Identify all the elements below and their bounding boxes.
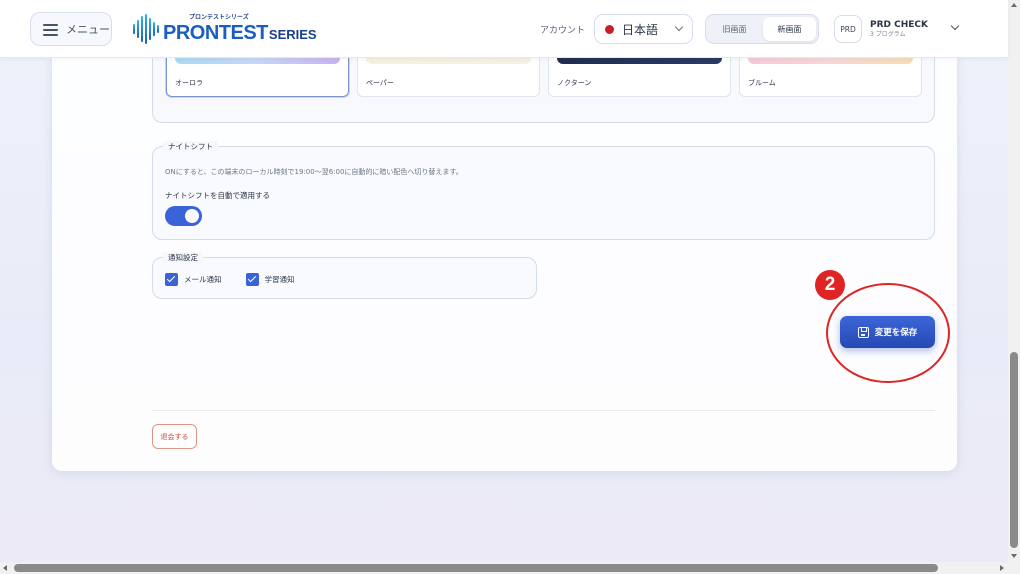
hamburger-icon [43, 23, 58, 36]
prontest-logo[interactable]: プロンテストシリーズ PRONTEST SERIES [133, 12, 317, 46]
horizontal-scroll-thumb[interactable] [14, 564, 938, 572]
withdraw-button[interactable]: 退会する [152, 424, 197, 449]
menu-button[interactable]: メニュー [30, 12, 112, 46]
logo-subtitle: プロンテストシリーズ [189, 14, 249, 21]
language-select[interactable]: 日本語 [594, 14, 693, 44]
learning-notification-label: 学習通知 [264, 275, 295, 284]
account-name: PRD CHECK [870, 20, 928, 30]
theme-name: ブルーム [748, 79, 776, 87]
account-menu[interactable]: PRD PRD CHECK 3 プログラム [834, 14, 974, 44]
night-shift-toggle-label: ナイトシフトを自動で適用する [165, 191, 270, 200]
scroll-right-arrow-icon[interactable] [1000, 565, 1004, 571]
language-value: 日本語 [622, 22, 659, 37]
new-view-option[interactable]: 新画面 [763, 17, 816, 41]
logo-main-text: PRONTEST [163, 22, 268, 44]
chevron-down-icon [950, 21, 960, 31]
account-label: アカウント [540, 26, 586, 36]
horizontal-scrollbar[interactable] [0, 562, 1020, 574]
chevron-down-icon [674, 22, 684, 32]
notification-settings-section: 通知設定 メール通知 学習通知 [152, 252, 537, 299]
annotation-step-badge: 2 [815, 270, 845, 300]
night-shift-section: ナイトシフト ONにすると、この端末のローカル時刻で19:00〜翌6:00に自動… [152, 141, 935, 240]
old-view-option[interactable]: 旧画面 [708, 17, 761, 41]
view-toggle: 旧画面 新画面 [705, 14, 819, 44]
scroll-left-arrow-icon[interactable] [3, 565, 7, 571]
vertical-scrollbar[interactable] [1008, 0, 1020, 562]
account-subtitle: 3 プログラム [870, 30, 906, 38]
japan-flag-icon [605, 24, 614, 34]
annotation-circle [826, 283, 950, 383]
section-divider [152, 410, 935, 411]
vertical-scroll-thumb[interactable] [1010, 352, 1018, 548]
scroll-up-arrow-icon[interactable] [1011, 3, 1017, 7]
scroll-down-arrow-icon[interactable] [1011, 554, 1017, 558]
learning-notification-checkbox[interactable] [245, 273, 259, 286]
theme-name: ペーパー [366, 79, 394, 87]
toggle-knob [185, 209, 199, 223]
theme-name: ノクターン [557, 79, 592, 87]
logo-wave-icon [133, 14, 159, 44]
night-shift-legend: ナイトシフト [163, 141, 218, 152]
email-notification-checkbox[interactable] [165, 273, 178, 286]
night-shift-toggle[interactable] [165, 206, 202, 226]
menu-label: メニュー [66, 23, 110, 36]
theme-name: オーロラ [175, 79, 203, 87]
logo-suffix-text: SERIES [268, 27, 317, 42]
avatar: PRD [834, 15, 862, 43]
night-shift-description: ONにすると、この端末のローカル時刻で19:00〜翌6:00に自動的に暗い配色へ… [165, 168, 463, 176]
top-header: メニュー プロンテストシリーズ PRONTEST SERIES アカウント 日本… [0, 0, 1008, 58]
notification-legend: 通知設定 [163, 252, 203, 263]
email-notification-label: メール通知 [184, 275, 222, 284]
